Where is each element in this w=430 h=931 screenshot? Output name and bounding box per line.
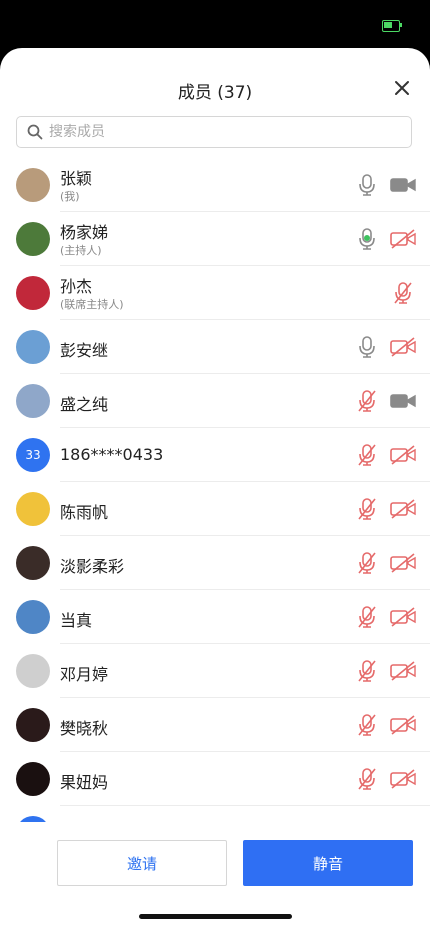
member-list[interactable]: 张颖 (我) 杨家娣 (主持人) 孙杰 (联席主持人) 彭安继盛之纯 33 186****043… xyxy=(0,158,430,841)
microphone-icon[interactable] xyxy=(356,389,378,413)
avatar xyxy=(16,492,50,526)
microphone-icon[interactable] xyxy=(392,281,414,305)
video-camera-icon[interactable] xyxy=(390,769,416,789)
avatar xyxy=(16,708,50,742)
member-row[interactable]: 杨家娣 (主持人) xyxy=(0,212,430,266)
member-row[interactable]: 樊晓秋 xyxy=(0,698,430,752)
member-name: 186****0433 xyxy=(60,445,164,464)
microphone-icon[interactable] xyxy=(356,767,378,791)
battery-tip xyxy=(400,23,402,27)
battery-icon xyxy=(382,20,400,32)
member-row[interactable]: 果妞妈 xyxy=(0,752,430,806)
avatar xyxy=(16,384,50,418)
video-camera-icon[interactable] xyxy=(390,445,416,465)
bottom-bar: 邀请 静音 xyxy=(0,822,430,931)
avatar xyxy=(16,600,50,634)
microphone-icon[interactable] xyxy=(356,659,378,683)
member-name: 杨家娣 xyxy=(60,223,109,242)
member-name: 邓月婷 xyxy=(60,665,109,684)
search-box[interactable] xyxy=(16,116,412,148)
video-camera-icon[interactable] xyxy=(390,553,416,573)
member-name: 淡影柔彩 xyxy=(60,557,125,576)
member-row[interactable]: 孙杰 (联席主持人) xyxy=(0,266,430,320)
video-camera-icon[interactable] xyxy=(390,661,416,681)
microphone-icon[interactable] xyxy=(356,173,378,197)
member-row[interactable]: 邓月婷 xyxy=(0,644,430,698)
close-icon[interactable] xyxy=(390,76,414,100)
avatar xyxy=(16,330,50,364)
member-name: 彭安继 xyxy=(60,341,109,360)
home-indicator xyxy=(139,914,292,919)
avatar xyxy=(16,276,50,310)
microphone-icon[interactable] xyxy=(356,713,378,737)
avatar xyxy=(16,546,50,580)
avatar xyxy=(16,168,50,202)
member-name: 果妞妈 xyxy=(60,773,109,792)
video-camera-icon[interactable] xyxy=(390,607,416,627)
avatar xyxy=(16,762,50,796)
members-sheet: 成员 (37) 张颖 (我) 杨家娣 (主持人) 孙杰 (联席主持人) 彭安继盛之纯 33 18… xyxy=(0,48,430,931)
member-role: (主持人) xyxy=(60,244,102,257)
search-input[interactable] xyxy=(47,123,391,141)
member-name: 樊晓秋 xyxy=(60,719,109,738)
microphone-icon[interactable] xyxy=(356,227,378,251)
microphone-icon[interactable] xyxy=(356,551,378,575)
member-row[interactable]: 彭安继 xyxy=(0,320,430,374)
mute-all-button[interactable]: 静音 xyxy=(243,840,413,886)
video-camera-icon[interactable] xyxy=(390,391,416,411)
microphone-icon[interactable] xyxy=(356,335,378,359)
member-row[interactable]: 淡影柔彩 xyxy=(0,536,430,590)
member-name: 张颖 xyxy=(60,169,93,188)
member-name: 盛之纯 xyxy=(60,395,109,414)
avatar: 33 xyxy=(16,438,50,472)
video-camera-icon[interactable] xyxy=(390,175,416,195)
video-camera-icon[interactable] xyxy=(390,499,416,519)
member-name: 陈雨帆 xyxy=(60,503,109,522)
microphone-icon[interactable] xyxy=(356,497,378,521)
search-icon xyxy=(27,124,43,140)
microphone-icon[interactable] xyxy=(356,605,378,629)
status-bar xyxy=(0,0,430,48)
member-role: (我) xyxy=(60,190,80,203)
invite-button[interactable]: 邀请 xyxy=(57,840,227,886)
video-camera-icon[interactable] xyxy=(390,229,416,249)
member-name: 孙杰 xyxy=(60,277,93,296)
avatar xyxy=(16,654,50,688)
member-row[interactable]: 张颖 (我) xyxy=(0,158,430,212)
page-title: 成员 (37) xyxy=(177,83,253,103)
member-name: 当真 xyxy=(60,611,93,630)
member-row[interactable]: 33 186****0433 xyxy=(0,428,430,482)
member-row[interactable]: 当真 xyxy=(0,590,430,644)
avatar xyxy=(16,222,50,256)
microphone-icon[interactable] xyxy=(356,443,378,467)
video-camera-icon[interactable] xyxy=(390,715,416,735)
member-role: (联席主持人) xyxy=(60,298,124,311)
member-row[interactable]: 盛之纯 xyxy=(0,374,430,428)
video-camera-icon[interactable] xyxy=(390,337,416,357)
member-row[interactable]: 陈雨帆 xyxy=(0,482,430,536)
